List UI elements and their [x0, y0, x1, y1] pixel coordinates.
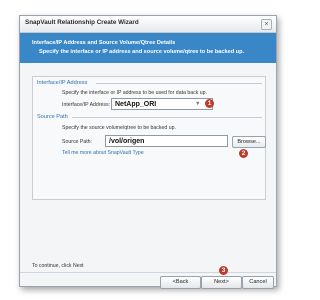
source-field-label: Source Path:	[62, 139, 92, 145]
interface-field-label: Interface/IP Address:	[62, 102, 111, 108]
help-link[interactable]: Tell me more about SnapVault Type	[62, 150, 144, 156]
footer-instruction: To continue, click Next	[32, 263, 84, 269]
source-section-divider	[72, 117, 262, 118]
header-title: Interface/IP Address and Source Volume/Q…	[32, 40, 176, 46]
interface-description: Specify the interface or IP address to b…	[62, 90, 207, 96]
footer-divider	[20, 272, 276, 273]
chevron-down-icon[interactable]: ▼	[195, 101, 200, 107]
header-description: Specify the interface or IP address and …	[39, 49, 245, 55]
wizard-header: Interface/IP Address and Source Volume/Q…	[20, 33, 276, 63]
close-icon[interactable]: ×	[261, 19, 272, 30]
title-bar[interactable]: SnapVault Relationship Create Wizard ×	[20, 16, 276, 33]
back-button[interactable]: <Back	[160, 276, 201, 289]
window-title: SnapVault Relationship Create Wizard	[25, 19, 139, 26]
source-path-input[interactable]: /vol/origen	[105, 135, 228, 147]
step-marker-3: 3	[219, 266, 228, 275]
source-section-heading: Source Path	[37, 114, 68, 120]
cancel-button[interactable]: Cancel	[242, 276, 274, 289]
wizard-dialog: SnapVault Relationship Create Wizard × I…	[19, 15, 277, 289]
interface-section-divider	[96, 83, 262, 84]
step-marker-1: 1	[205, 99, 214, 108]
next-button[interactable]: Next>	[201, 276, 242, 289]
source-path-value: /vol/origen	[109, 138, 145, 145]
interface-select-value: NetApp_ORI	[115, 101, 157, 108]
browse-button[interactable]: Browse...	[232, 136, 266, 148]
step-marker-2: 2	[239, 149, 248, 158]
source-description: Specify the source volume/qtree to be ba…	[62, 125, 176, 131]
interface-section-heading: Interface/IP Address	[37, 80, 88, 86]
